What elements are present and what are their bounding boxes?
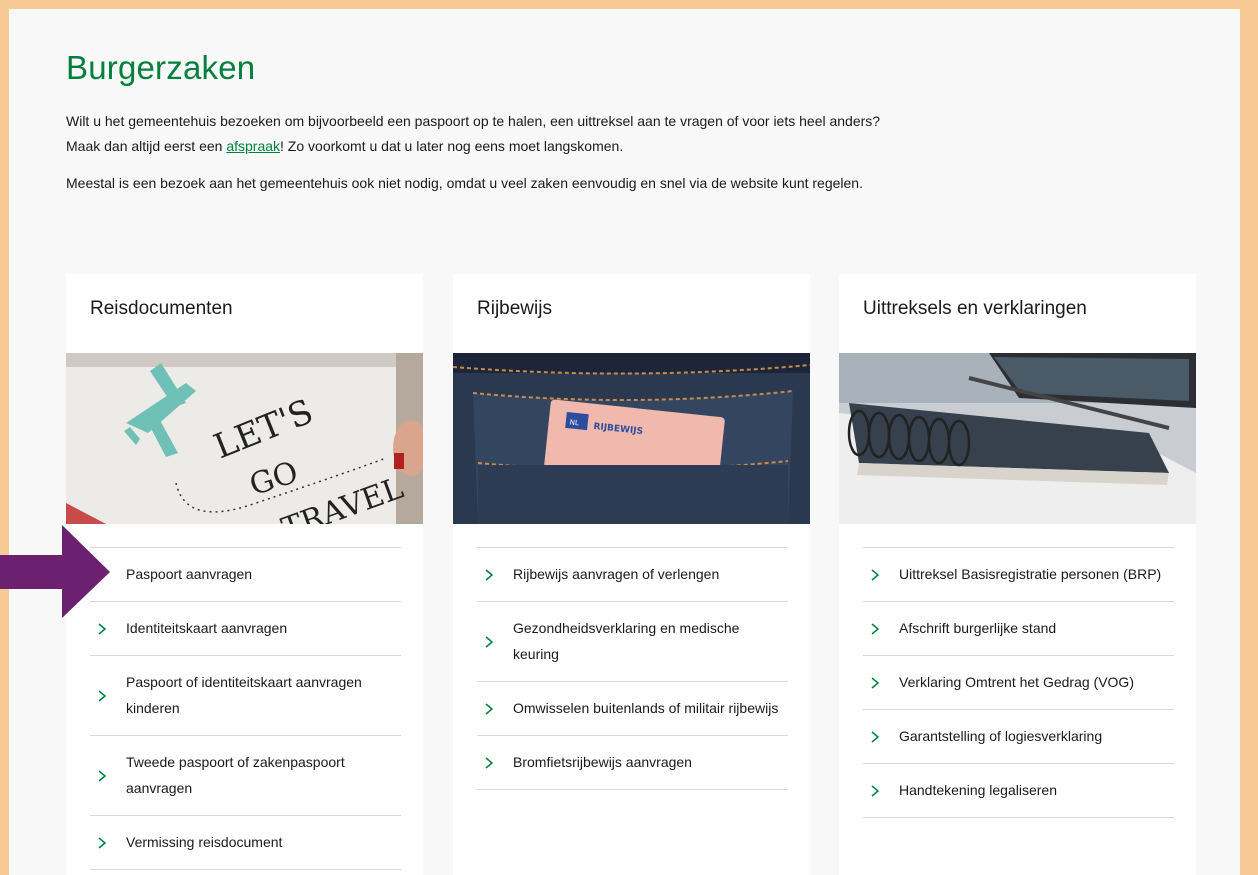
link-vermissing-reisdocument[interactable]: Vermissing reisdocument — [90, 816, 401, 870]
link-label: Garantstelling of logiesverklaring — [899, 728, 1103, 744]
link-afschrift-burgerlijke-stand[interactable]: Afschrift burgerlijke stand — [863, 602, 1174, 656]
link-label: Handtekening legaliseren — [899, 782, 1057, 798]
chevron-right-icon — [483, 568, 495, 582]
link-identiteitskaart-aanvragen[interactable]: Identiteitskaart aanvragen — [90, 602, 401, 656]
page-content: Burgerzaken Wilt u het gemeentehuis bezo… — [9, 9, 1240, 875]
link-garantstelling[interactable]: Garantstelling of logiesverklaring — [863, 710, 1174, 764]
link-label: Uittreksel Basisregistratie personen (BR… — [899, 566, 1162, 582]
link-vog[interactable]: Verklaring Omtrent het Gedrag (VOG) — [863, 656, 1174, 710]
chevron-right-icon — [96, 836, 108, 850]
travel-image: LET'S GO TRAVEL — [66, 353, 423, 524]
link-label: Afschrift burgerlijke stand — [899, 620, 1057, 636]
chevron-right-icon — [483, 702, 495, 716]
link-list: Uittreksel Basisregistratie personen (BR… — [863, 547, 1174, 818]
image-text: NL — [569, 418, 579, 427]
link-label: Rijbewijs aanvragen of verlengen — [513, 566, 720, 582]
intro-text-part: ! Zo voorkomt u dat u later nog eens moe… — [280, 138, 624, 154]
link-paspoort-identiteitskaart-kinderen[interactable]: Paspoort of identiteitskaart aanvragen k… — [90, 656, 401, 736]
card-rijbewijs: Rijbewijs NL RIJBEWIJS Rijbewijs aanvrag… — [453, 274, 810, 875]
link-list: Rijbewijs aanvragen of verlengen Gezondh… — [477, 547, 788, 790]
link-bromfietsrijbewijs[interactable]: Bromfietsrijbewijs aanvragen — [477, 736, 788, 790]
chevron-right-icon — [96, 769, 108, 783]
notebook-image — [839, 353, 1196, 524]
link-label: Vermissing reisdocument — [126, 834, 283, 850]
page-title: Burgerzaken — [66, 49, 256, 86]
arrow-right-icon — [0, 525, 135, 620]
link-label: Tweede paspoort of zakenpaspoort aanvrag… — [126, 754, 345, 796]
link-label: Paspoort aanvragen — [126, 566, 253, 582]
link-paspoort-aanvragen[interactable]: Paspoort aanvragen — [90, 548, 401, 602]
link-omwisselen-rijbewijs[interactable]: Omwisselen buitenlands of militair rijbe… — [477, 682, 788, 736]
link-label: Bromfietsrijbewijs aanvragen — [513, 754, 692, 770]
chevron-right-icon — [483, 635, 495, 649]
link-handtekening-legaliseren[interactable]: Handtekening legaliseren — [863, 764, 1174, 818]
chevron-right-icon — [96, 689, 108, 703]
link-rijbewijs-aanvragen[interactable]: Rijbewijs aanvragen of verlengen — [477, 548, 788, 602]
chevron-right-icon — [483, 756, 495, 770]
card-title: Reisdocumenten — [90, 298, 233, 319]
link-gezondheidsverklaring[interactable]: Gezondheidsverklaring en medische keurin… — [477, 602, 788, 682]
card-uittreksels: Uittreksels en verklaringen Uittreksel B… — [839, 274, 1196, 875]
chevron-right-icon — [869, 568, 881, 582]
link-tweede-paspoort[interactable]: Tweede paspoort of zakenpaspoort aanvrag… — [90, 736, 401, 816]
card-title: Uittreksels en verklaringen — [863, 298, 1087, 319]
chevron-right-icon — [96, 622, 108, 636]
chevron-right-icon — [869, 676, 881, 690]
link-uittreksel-brp[interactable]: Uittreksel Basisregistratie personen (BR… — [863, 548, 1174, 602]
link-label: Gezondheidsverklaring en medische keurin… — [513, 620, 740, 662]
link-label: Verklaring Omtrent het Gedrag (VOG) — [899, 674, 1134, 690]
appointment-link[interactable]: afspraak — [226, 138, 280, 154]
link-label: Omwisselen buitenlands of militair rijbe… — [513, 700, 779, 716]
drivers-license-image: NL RIJBEWIJS — [453, 353, 810, 524]
chevron-right-icon — [869, 622, 881, 636]
chevron-right-icon — [869, 784, 881, 798]
link-list: Paspoort aanvragen Identiteitskaart aanv… — [90, 547, 401, 870]
intro-paragraph-2: Meestal is een bezoek aan het gemeentehu… — [66, 175, 863, 191]
link-label: Paspoort of identiteitskaart aanvragen k… — [126, 674, 362, 716]
chevron-right-icon — [869, 730, 881, 744]
link-label: Identiteitskaart aanvragen — [126, 620, 288, 636]
card-title: Rijbewijs — [477, 298, 552, 319]
intro-paragraph-1: Wilt u het gemeentehuis bezoeken om bijv… — [66, 109, 916, 159]
intro-text: Wilt u het gemeentehuis bezoeken om bijv… — [66, 109, 916, 208]
